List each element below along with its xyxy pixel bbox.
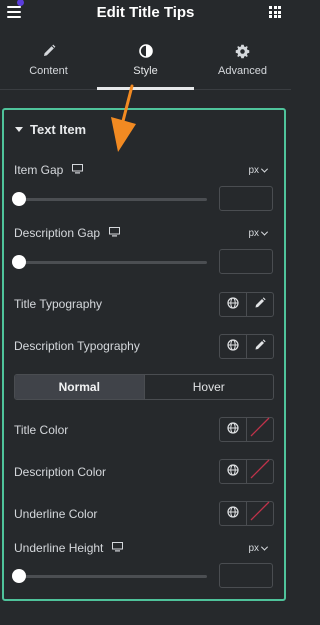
widgets-grid-icon[interactable] — [269, 6, 281, 18]
globe-icon — [227, 421, 239, 439]
description-gap-label-row: Description Gap — [14, 226, 121, 240]
description-typography-label: Description Typography — [14, 339, 140, 353]
edit-typography-button[interactable] — [246, 293, 273, 316]
slider-track — [14, 575, 207, 578]
tab-style-label: Style — [133, 65, 158, 77]
edit-typography-button[interactable] — [246, 335, 273, 358]
item-gap-input[interactable] — [219, 186, 273, 211]
desktop-responsive-icon[interactable] — [112, 541, 124, 555]
description-gap-unit: px — [248, 228, 259, 239]
chevron-down-icon — [260, 228, 269, 236]
item-gap-unit-select[interactable]: px — [248, 165, 269, 176]
globe-icon — [227, 463, 239, 481]
desktop-responsive-icon[interactable] — [72, 163, 84, 177]
underline-height-label: Underline Height — [14, 541, 104, 555]
no-color-swatch-icon — [249, 458, 271, 485]
panel-title: Edit Title Tips — [96, 4, 195, 21]
title-color-label: Title Color — [14, 423, 69, 437]
desktop-responsive-icon[interactable] — [109, 226, 121, 240]
panel-tabs: Content Style Advanced — [0, 36, 291, 90]
item-gap-unit: px — [248, 165, 259, 176]
global-color-button[interactable] — [220, 418, 246, 441]
slider-handle[interactable] — [12, 255, 26, 269]
state-toggle: Normal Hover — [14, 374, 274, 400]
tab-style[interactable]: Style — [97, 36, 194, 90]
pencil-icon — [42, 43, 56, 59]
underline-color-label-row: Underline Color — [14, 507, 97, 521]
slider-handle[interactable] — [12, 569, 26, 583]
underline-color-controls — [219, 501, 274, 526]
title-typography-label-row: Title Typography — [14, 297, 102, 311]
slider-track — [14, 198, 207, 201]
description-color-label-row: Description Color — [14, 465, 106, 479]
no-color-swatch-icon — [249, 500, 271, 527]
description-color-controls — [219, 459, 274, 484]
chevron-down-icon — [260, 165, 269, 173]
pencil-icon — [254, 338, 266, 356]
pencil-icon — [254, 296, 266, 314]
item-gap-label: Item Gap — [14, 163, 64, 177]
color-picker-swatch[interactable] — [246, 500, 273, 527]
description-gap-unit-select[interactable]: px — [248, 228, 269, 239]
description-typography-label-row: Description Typography — [14, 339, 140, 353]
description-typography-controls — [219, 334, 274, 359]
no-color-swatch-icon — [249, 416, 271, 443]
text-item-section: Text Item Item Gap px Description Gap px… — [2, 108, 286, 601]
global-color-button[interactable] — [220, 460, 246, 483]
title-color-controls — [219, 417, 274, 442]
underline-height-unit: px — [248, 543, 259, 554]
underline-height-label-row: Underline Height — [14, 541, 124, 555]
tab-hover[interactable]: Hover — [143, 375, 274, 399]
section-title: Text Item — [30, 122, 87, 137]
globe-icon — [227, 505, 239, 523]
section-header-text-item[interactable]: Text Item — [15, 122, 86, 137]
tab-advanced-label: Advanced — [218, 65, 267, 77]
title-color-label-row: Title Color — [14, 423, 68, 437]
caret-down-icon — [15, 127, 23, 132]
global-color-button[interactable] — [220, 502, 246, 525]
underline-height-input[interactable] — [219, 563, 273, 588]
slider-handle[interactable] — [12, 192, 26, 206]
description-gap-label: Description Gap — [14, 226, 101, 240]
globe-icon — [227, 338, 239, 356]
tab-normal[interactable]: Normal — [15, 375, 144, 399]
color-picker-swatch[interactable] — [246, 416, 273, 443]
globe-icon — [227, 296, 239, 314]
global-typography-button[interactable] — [220, 335, 246, 358]
description-gap-input[interactable] — [219, 249, 273, 274]
tab-content-label: Content — [29, 65, 68, 77]
chevron-down-icon — [260, 543, 269, 551]
editor-header: Edit Title Tips — [0, 0, 291, 26]
underline-height-slider[interactable] — [12, 569, 207, 583]
underline-height-unit-select[interactable]: px — [248, 543, 269, 554]
description-color-label: Description Color — [14, 465, 107, 479]
title-typography-controls — [219, 292, 274, 317]
contrast-icon — [138, 43, 153, 59]
color-picker-swatch[interactable] — [246, 458, 273, 485]
tab-content[interactable]: Content — [0, 36, 97, 89]
item-gap-label-row: Item Gap — [14, 163, 84, 177]
gear-icon — [235, 43, 250, 59]
description-gap-slider[interactable] — [12, 255, 207, 269]
item-gap-slider[interactable] — [12, 192, 207, 206]
tab-advanced[interactable]: Advanced — [194, 36, 291, 89]
underline-color-label: Underline Color — [14, 507, 98, 521]
title-typography-label: Title Typography — [14, 297, 103, 311]
global-typography-button[interactable] — [220, 293, 246, 316]
slider-track — [14, 261, 207, 264]
